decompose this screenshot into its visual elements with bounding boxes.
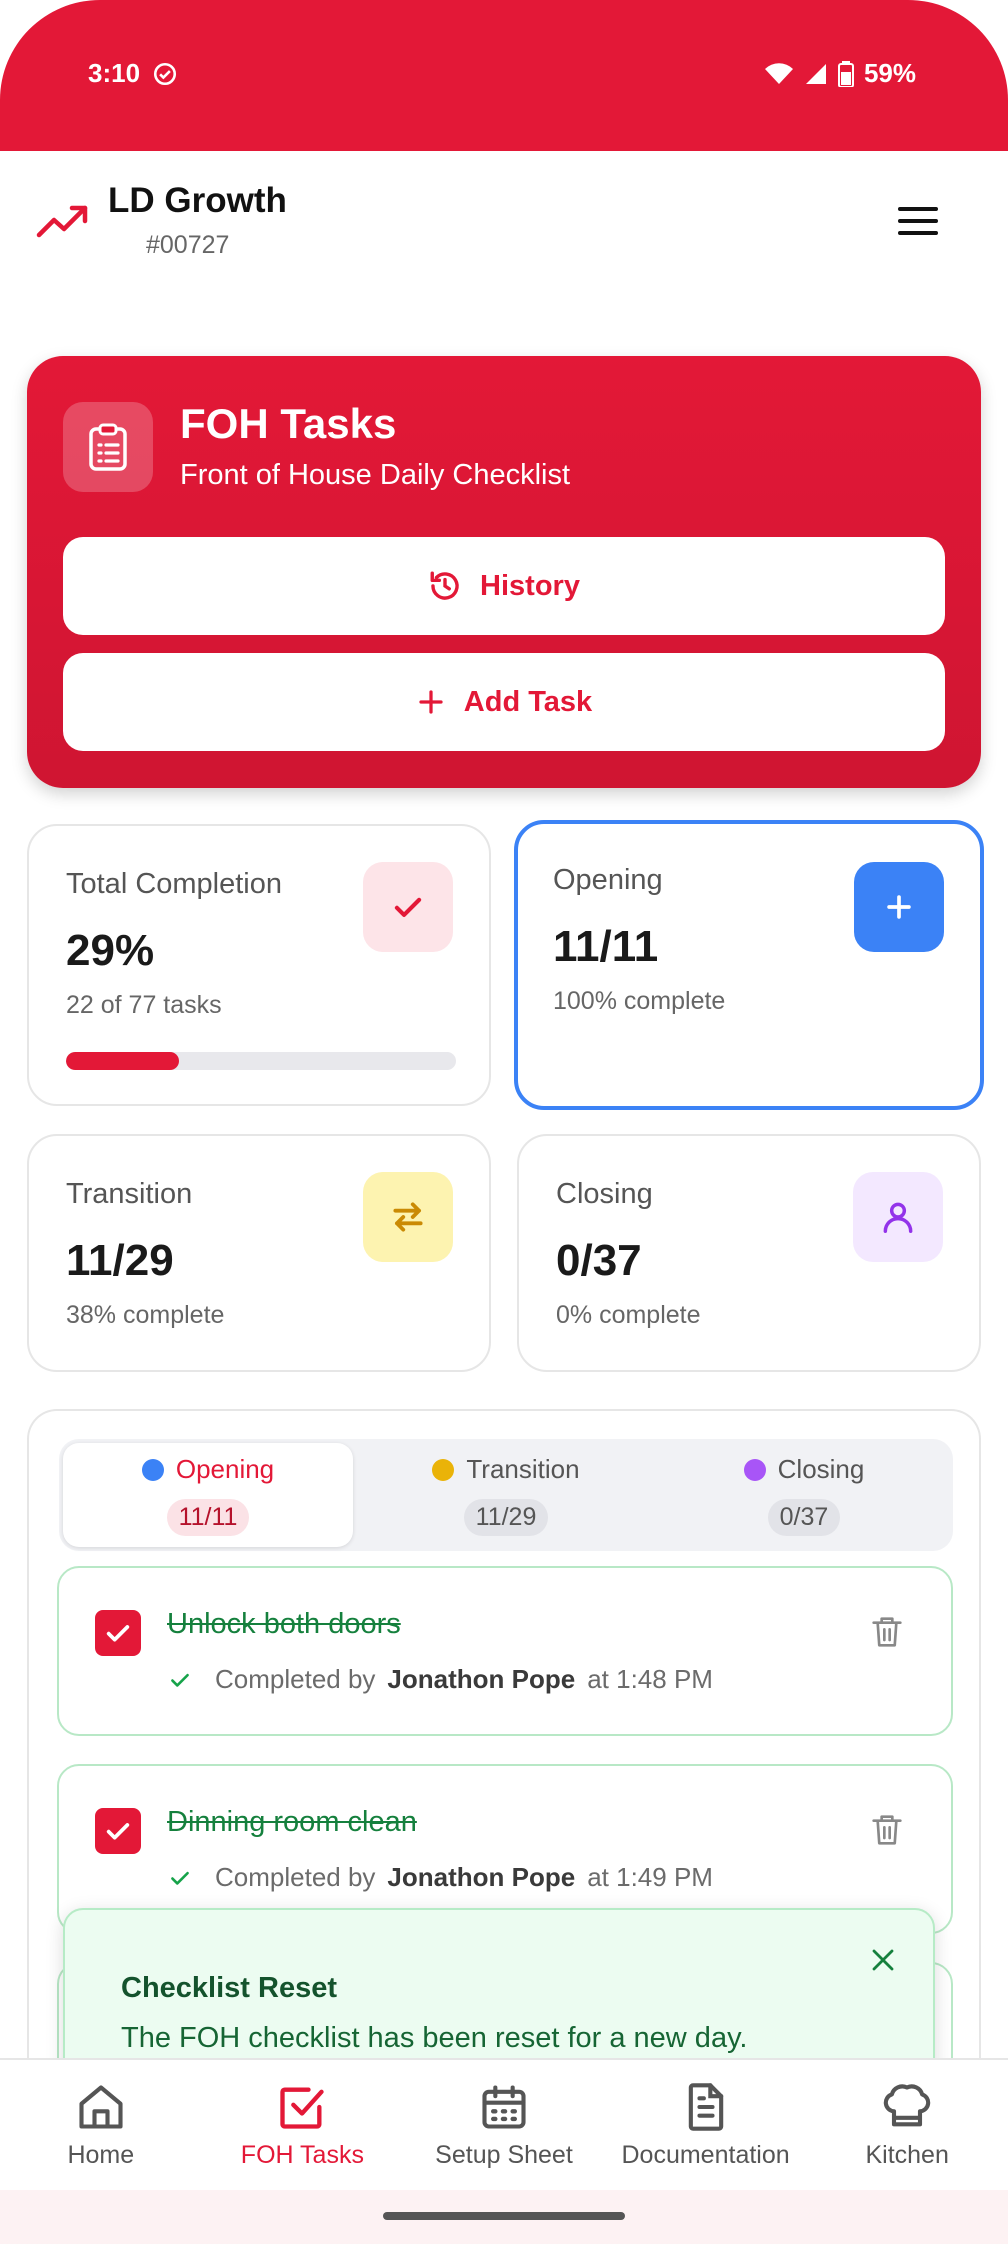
stat-value: 0/37 — [556, 1236, 642, 1285]
trending-up-icon — [36, 205, 88, 238]
status-dot — [141, 1458, 164, 1481]
user-icon — [853, 1172, 943, 1262]
gesture-handle[interactable] — [383, 2212, 625, 2220]
brand-name: LD Growth — [108, 181, 287, 220]
stat-note: 22 of 77 tasks — [66, 991, 222, 1019]
history-icon — [430, 571, 459, 600]
document-icon — [688, 2082, 723, 2131]
stat-label: Closing — [556, 1178, 653, 1210]
stat-note: 38% complete — [66, 1301, 225, 1329]
nav-kitchen[interactable]: Kitchen — [806, 2060, 1008, 2190]
tab-transition[interactable]: Transition 11/29 — [361, 1443, 651, 1547]
completion-progress-fill — [66, 1052, 180, 1070]
status-bar: 3:10 59% — [0, 0, 1008, 151]
transition-stat-card[interactable]: Transition 11/29 38% complete — [27, 1134, 491, 1372]
check-icon — [171, 1871, 189, 1885]
tab-opening[interactable]: Opening 11/11 — [63, 1443, 353, 1547]
stat-note: 100% complete — [553, 987, 726, 1015]
calendar-icon — [482, 2084, 526, 2129]
tab-label: Closing — [777, 1454, 865, 1484]
tab-count-badge: 11/29 — [463, 1499, 549, 1536]
status-indicators: 59% — [764, 58, 916, 89]
clipboard-icon — [63, 402, 153, 492]
tab-title: Transition — [432, 1454, 580, 1485]
stat-note: 0% complete — [556, 1301, 701, 1329]
tab-title: Opening — [141, 1454, 275, 1485]
nav-label: Setup Sheet — [435, 2140, 573, 2169]
trash-icon[interactable] — [871, 1812, 903, 1848]
plus-icon — [419, 690, 443, 714]
completed-by-user: Jonathon Pope — [387, 1862, 576, 1892]
stat-value: 29% — [66, 926, 155, 975]
signal-icon — [805, 63, 826, 84]
tab-count-badge: 0/37 — [767, 1499, 841, 1536]
toast-message: The FOH checklist has been reset for a n… — [121, 2022, 748, 2054]
history-button-label: History — [480, 569, 580, 602]
wifi-icon — [764, 62, 793, 84]
task-completion-info: Completed by Jonathon Pope at 1:48 PM — [167, 1664, 713, 1695]
task-item: Unlock both doors Completed by Jonathon … — [57, 1566, 953, 1736]
check-icon — [363, 862, 453, 952]
battery-icon — [837, 60, 854, 87]
add-task-button-label: Add Task — [463, 685, 593, 718]
app-header: LD Growth #00727 — [0, 151, 1008, 301]
store-id: #00727 — [146, 231, 230, 259]
toast-title: Checklist Reset — [121, 1972, 337, 2004]
bottom-navigation: Home FOH Tasks Setup Sheet Documentation… — [0, 2058, 1008, 2190]
stat-label: Transition — [66, 1178, 193, 1210]
stat-label: Total Completion — [66, 868, 282, 900]
stat-value: 11/11 — [553, 922, 659, 971]
stat-label: Opening — [553, 864, 663, 896]
tab-count-badge: 11/11 — [166, 1499, 250, 1536]
status-time: 3:10 — [88, 58, 178, 89]
nav-documentation[interactable]: Documentation — [605, 2060, 807, 2190]
completed-time: at 1:48 PM — [587, 1664, 713, 1694]
completion-progress-bar — [66, 1052, 456, 1070]
home-icon — [79, 2084, 123, 2129]
page-subtitle: Front of House Daily Checklist — [180, 459, 571, 491]
tab-closing[interactable]: Closing 0/37 — [659, 1443, 949, 1547]
status-dot — [432, 1458, 455, 1481]
checkbox-icon — [280, 2087, 325, 2129]
total-completion-card: Total Completion 29% 22 of 77 tasks — [27, 824, 491, 1106]
stat-value: 11/29 — [66, 1236, 174, 1285]
task-checkbox[interactable] — [95, 1610, 141, 1656]
completed-by-label: Completed by — [215, 1664, 376, 1694]
closing-stat-card[interactable]: Closing 0/37 0% complete — [517, 1134, 981, 1372]
task-checkbox[interactable] — [95, 1808, 141, 1854]
nav-label: Documentation — [621, 2140, 790, 2169]
nav-label: FOH Tasks — [240, 2140, 364, 2169]
nav-label: Kitchen — [865, 2140, 949, 2169]
tab-label: Opening — [175, 1454, 275, 1484]
status-dot — [743, 1458, 766, 1481]
task-phase-tabs: Opening 11/11 Transition 11/29 Closing 0… — [59, 1439, 953, 1551]
task-title: Dinning room clean — [167, 1806, 417, 1838]
nav-home[interactable]: Home — [0, 2060, 202, 2190]
hamburger-menu-icon[interactable] — [896, 199, 940, 243]
check-icon — [171, 1673, 189, 1687]
completed-by-label: Completed by — [215, 1862, 376, 1892]
status-time-text: 3:10 — [88, 58, 141, 88]
tab-label: Transition — [466, 1454, 580, 1484]
trash-icon[interactable] — [871, 1614, 903, 1650]
sync-check-icon — [153, 62, 177, 85]
tab-title: Closing — [743, 1454, 865, 1485]
nav-label: Home — [67, 2140, 135, 2169]
close-icon[interactable] — [863, 1940, 903, 1980]
history-button[interactable]: History — [63, 537, 945, 635]
task-title: Unlock both doors — [167, 1608, 401, 1640]
swap-arrows-icon — [363, 1172, 453, 1262]
opening-stat-card[interactable]: Opening 11/11 100% complete — [514, 820, 984, 1110]
page-title: FOH Tasks — [180, 400, 397, 447]
task-completion-info: Completed by Jonathon Pope at 1:49 PM — [167, 1862, 713, 1893]
battery-percent: 59% — [863, 58, 916, 88]
completed-by-user: Jonathon Pope — [387, 1664, 576, 1694]
nav-setup-sheet[interactable]: Setup Sheet — [403, 2060, 605, 2190]
completed-time: at 1:49 PM — [587, 1862, 713, 1892]
add-task-button[interactable]: Add Task — [63, 653, 945, 751]
nav-foh-tasks[interactable]: FOH Tasks — [202, 2060, 404, 2190]
foh-tasks-hero-card: FOH Tasks Front of House Daily Checklist… — [27, 356, 981, 788]
plus-icon — [854, 862, 944, 952]
chef-hat-icon — [884, 2083, 931, 2126]
